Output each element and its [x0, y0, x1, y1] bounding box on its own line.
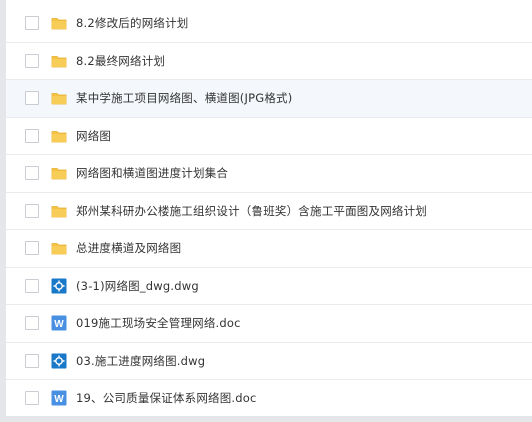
- row-checkbox[interactable]: [25, 278, 39, 293]
- file-row[interactable]: 03.施工进度网络图.dwg: [6, 343, 532, 380]
- folder-icon: [51, 165, 67, 181]
- row-checkbox[interactable]: [25, 16, 39, 31]
- folder-icon: [51, 240, 67, 256]
- row-checkbox[interactable]: [25, 53, 39, 68]
- file-name[interactable]: 某中学施工项目网络图、横道图(JPG格式): [76, 90, 292, 106]
- folder-icon: [51, 53, 67, 69]
- row-checkbox[interactable]: [25, 241, 39, 256]
- folder-icon: [51, 15, 67, 31]
- file-row[interactable]: 总进度横道及网络图: [6, 230, 532, 268]
- file-row-selected[interactable]: 某中学施工项目网络图、横道图(JPG格式): [6, 80, 532, 118]
- file-row[interactable]: W 19、公司质量保证体系网络图.doc: [6, 380, 532, 418]
- row-checkbox[interactable]: [25, 166, 39, 181]
- row-checkbox[interactable]: [25, 203, 39, 218]
- folder-icon: [51, 128, 67, 144]
- folder-icon: [51, 90, 67, 106]
- svg-text:W: W: [54, 319, 64, 330]
- file-row[interactable]: 8.2修改后的网络计划: [6, 5, 532, 43]
- file-name[interactable]: 郑州某科研办公楼施工组织设计（鲁班奖）含施工平面图及网络计划: [76, 203, 427, 219]
- file-name[interactable]: 03.施工进度网络图.dwg: [76, 353, 205, 369]
- file-name[interactable]: 网络图和横道图进度计划集合: [76, 165, 228, 181]
- word-doc-icon: W: [51, 315, 67, 331]
- file-name[interactable]: 019施工现场安全管理网络.doc: [76, 315, 241, 331]
- svg-text:W: W: [54, 394, 64, 405]
- file-list: 8.2修改后的网络计划 8.2最终网络计划 某中学施工项目网络图、横道图(JPG…: [6, 5, 532, 418]
- file-row[interactable]: (3-1)网络图_dwg.dwg: [6, 268, 532, 305]
- file-row[interactable]: 网络图和横道图进度计划集合: [6, 155, 532, 193]
- file-name[interactable]: (3-1)网络图_dwg.dwg: [76, 278, 199, 294]
- file-name[interactable]: 网络图: [76, 128, 111, 144]
- dwg-file-icon: [51, 278, 67, 294]
- file-name[interactable]: 8.2修改后的网络计划: [76, 15, 189, 31]
- row-checkbox[interactable]: [25, 353, 39, 368]
- file-row[interactable]: 8.2最终网络计划: [6, 43, 532, 80]
- row-checkbox[interactable]: [25, 128, 39, 143]
- file-name[interactable]: 总进度横道及网络图: [76, 240, 181, 256]
- row-checkbox[interactable]: [25, 91, 39, 106]
- file-name[interactable]: 8.2最终网络计划: [76, 53, 165, 69]
- file-row[interactable]: W 019施工现场安全管理网络.doc: [6, 305, 532, 343]
- row-checkbox[interactable]: [25, 316, 39, 331]
- file-row[interactable]: 网络图: [6, 118, 532, 155]
- dwg-file-icon: [51, 353, 67, 369]
- row-checkbox[interactable]: [25, 391, 39, 406]
- file-row[interactable]: 郑州某科研办公楼施工组织设计（鲁班奖）含施工平面图及网络计划: [6, 193, 532, 230]
- folder-icon: [51, 203, 67, 219]
- file-name[interactable]: 19、公司质量保证体系网络图.doc: [76, 390, 257, 406]
- word-doc-icon: W: [51, 390, 67, 406]
- bottom-border: [6, 416, 532, 422]
